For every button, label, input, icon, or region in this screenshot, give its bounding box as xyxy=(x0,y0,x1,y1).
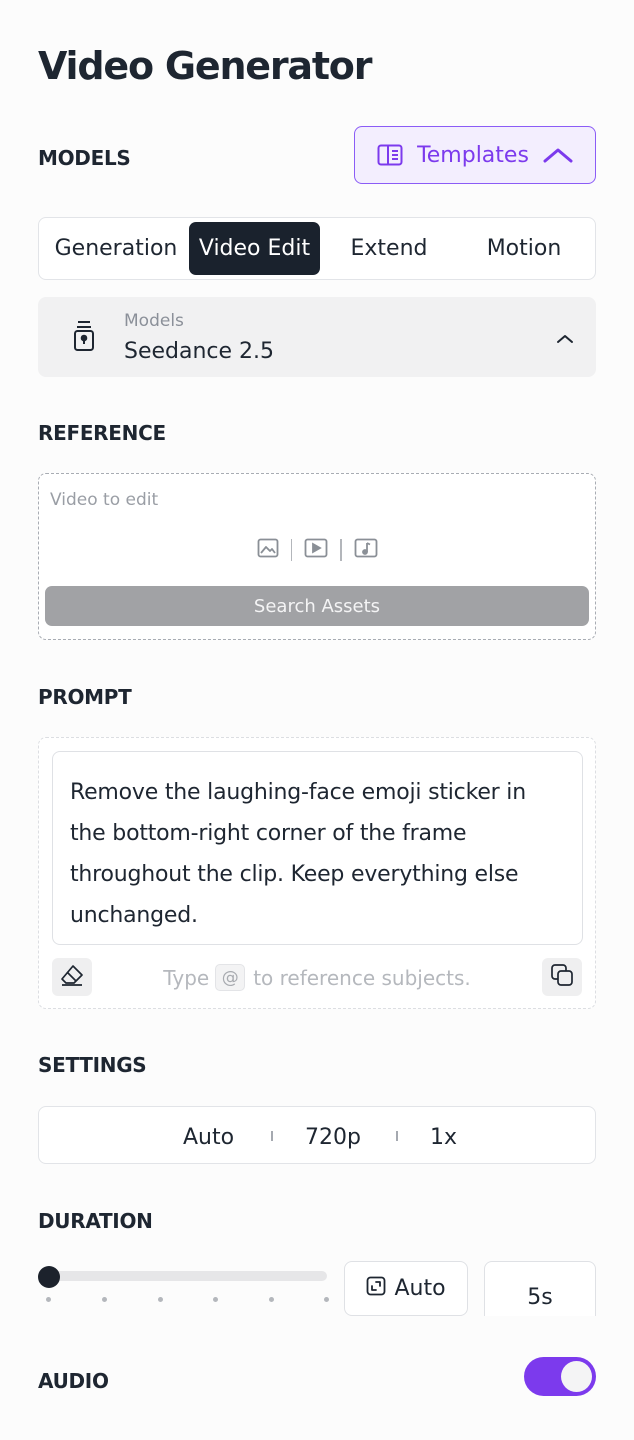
settings-section-label: SETTINGS xyxy=(38,1053,147,1077)
count-setting[interactable]: 1x xyxy=(430,1125,457,1150)
image-icon[interactable] xyxy=(257,538,279,562)
settings-divider xyxy=(396,1131,398,1141)
prompt-textarea[interactable]: Remove the laughing-face emoji sticker i… xyxy=(52,751,583,945)
templates-label: Templates xyxy=(417,142,529,168)
slider-tick xyxy=(213,1297,218,1302)
aspect-setting[interactable]: Auto xyxy=(183,1125,234,1150)
slider-tick xyxy=(269,1297,274,1302)
audio-toggle[interactable] xyxy=(524,1357,596,1396)
duration-slider-handle[interactable] xyxy=(38,1266,60,1288)
slider-tick xyxy=(46,1297,51,1302)
tab-motion[interactable]: Motion xyxy=(458,222,590,275)
settings-bar: Auto 720p 1x xyxy=(38,1106,596,1164)
auto-duration-label: Auto xyxy=(394,1276,446,1301)
auto-fit-icon xyxy=(366,1276,386,1302)
duration-input[interactable]: 5s xyxy=(484,1261,596,1316)
book-open-icon xyxy=(377,144,403,166)
search-assets-button[interactable]: Search Assets xyxy=(45,586,589,626)
auto-duration-button[interactable]: Auto xyxy=(344,1261,468,1316)
slider-tick xyxy=(324,1297,329,1302)
reference-dropzone[interactable]: Video to edit Search Assets xyxy=(38,473,596,640)
chevron-up-icon xyxy=(543,147,573,163)
reference-caption: Video to edit xyxy=(50,490,159,510)
hint-text-after: to reference subjects. xyxy=(253,965,471,990)
model-caption: Models xyxy=(124,311,184,331)
toggle-knob xyxy=(561,1361,592,1392)
music-icon[interactable] xyxy=(354,538,378,562)
duration-slider-track[interactable] xyxy=(38,1271,327,1281)
slider-tick xyxy=(102,1297,107,1302)
duration-section-label: DURATION xyxy=(38,1209,153,1233)
chevron-up-icon xyxy=(556,329,574,348)
templates-button[interactable]: Templates xyxy=(354,126,596,184)
model-value: Seedance 2.5 xyxy=(124,339,275,364)
reference-section-label: REFERENCE xyxy=(38,421,166,445)
tab-video-edit[interactable]: Video Edit xyxy=(189,222,320,275)
video-icon[interactable] xyxy=(304,538,328,562)
prompt-section-label: PROMPT xyxy=(38,685,132,709)
audio-section-label: AUDIO xyxy=(38,1369,109,1393)
reference-type-icons xyxy=(39,538,595,562)
prompt-container: Remove the laughing-face emoji sticker i… xyxy=(38,737,596,1009)
prompt-hint: Type @ to reference subjects. xyxy=(39,964,595,991)
model-icon xyxy=(72,319,96,353)
hint-text-before: Type xyxy=(163,965,210,990)
settings-divider xyxy=(271,1131,273,1141)
page-title: Video Generator xyxy=(38,44,372,88)
mode-tabs: Generation Video Edit Extend Motion xyxy=(38,217,596,280)
tab-generation[interactable]: Generation xyxy=(43,222,189,275)
at-chip: @ xyxy=(215,964,246,991)
tab-extend[interactable]: Extend xyxy=(320,222,458,275)
copy-icon xyxy=(550,963,574,991)
slider-tick xyxy=(158,1297,163,1302)
model-select[interactable]: Models Seedance 2.5 xyxy=(38,297,596,377)
copy-prompt-button[interactable] xyxy=(542,958,582,996)
models-section-label: MODELS xyxy=(38,146,131,170)
resolution-setting[interactable]: 720p xyxy=(305,1125,361,1150)
